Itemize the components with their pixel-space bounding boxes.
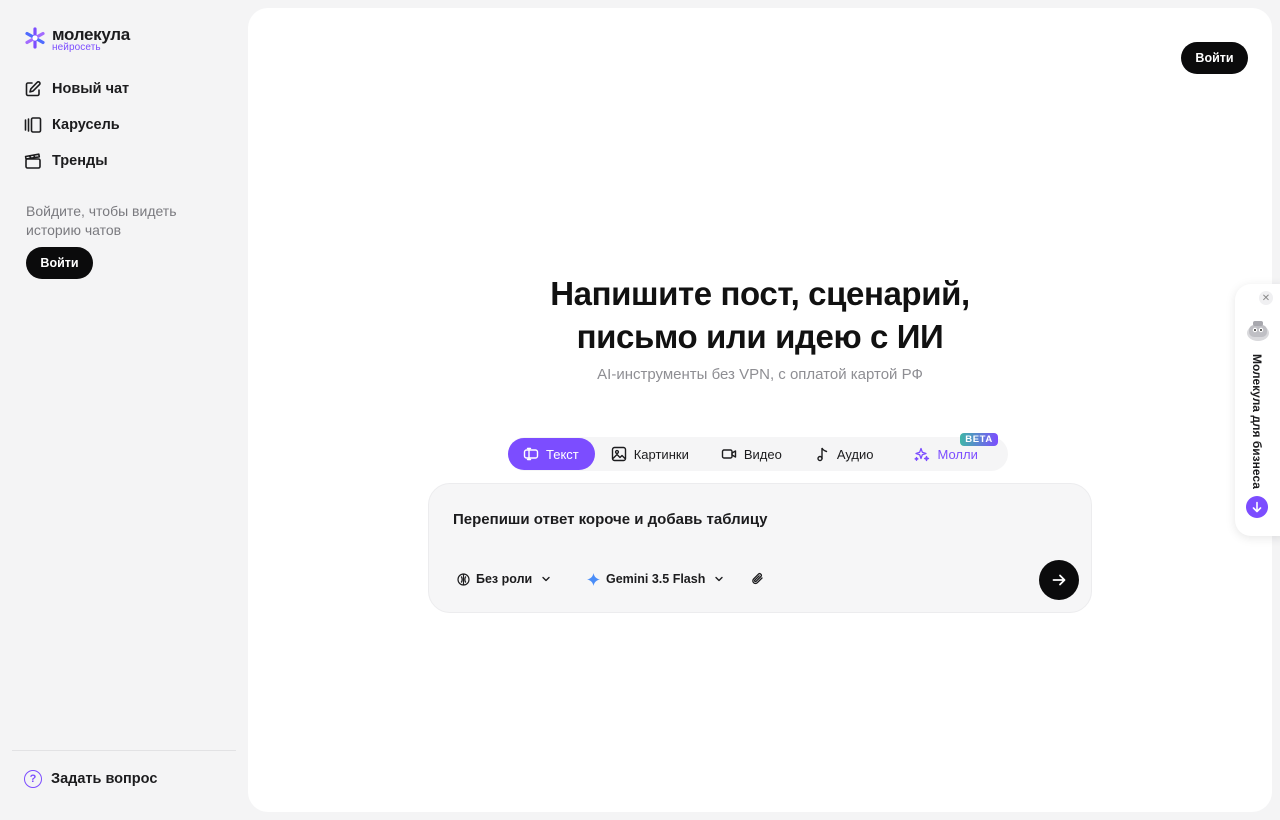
prompt-input[interactable] [453,511,1053,528]
sidebar-item-new-chat[interactable]: Новый чат [24,78,129,100]
tab-audio[interactable]: Аудио [798,438,890,470]
carousel-icon [24,117,42,133]
role-icon [457,572,470,586]
tab-molly[interactable]: Молли BETA [889,433,998,470]
tab-label: Текст [546,446,579,462]
tab-text[interactable]: Текст [508,438,595,470]
logo-icon [25,27,45,49]
ask-question-label: Задать вопрос [51,771,158,787]
brand-name: молекула [52,25,130,44]
video-icon [721,449,737,459]
sparkle-icon [914,447,930,462]
sidebar-item-carousel[interactable]: Карусель [24,114,129,136]
send-button[interactable] [1039,560,1079,600]
hero-title-line-1: Напишите пост, сценарий, [550,275,970,312]
tab-label: Молли [937,446,978,462]
clapperboard-icon [24,153,41,169]
close-icon[interactable]: ✕ [1259,291,1273,305]
model-label: Gemini 3.5 Flash [606,572,706,586]
ask-question-button[interactable]: ? Задать вопрос [24,770,157,788]
sidebar-item-label: Тренды [52,153,108,169]
arrow-right-icon [1052,574,1066,586]
sidebar-login-button[interactable]: Войти [26,247,93,279]
hero-title: Напишите пост, сценарий, письмо или идею… [248,272,1272,358]
model-selector[interactable]: Gemini 3.5 Flash [587,572,724,586]
chevron-down-icon [715,576,724,582]
logo[interactable]: молекула нейросеть [24,26,130,53]
login-hint: Войдите, чтобы видеть историю чатов [26,203,177,238]
tab-label: Видео [743,446,782,462]
header-login-button[interactable]: Войти [1181,42,1248,74]
role-selector[interactable]: Без роли [457,572,551,586]
divider [12,750,236,751]
music-note-icon [817,447,828,462]
paperclip-icon [752,573,763,585]
sidebar-item-trends[interactable]: Тренды [24,150,129,172]
sidebar-item-label: Новый чат [52,81,130,97]
hero-title-line-2: письмо или идею с ИИ [576,318,944,355]
mode-tabs: Текст Картинки Видео Аудио Молли BETA [508,433,1008,471]
question-icon: ? [24,770,42,788]
role-label: Без роли [476,572,533,586]
chevron-down-icon [542,576,550,582]
gemini-icon [587,572,600,586]
attach-button[interactable] [751,572,764,585]
business-widget[interactable]: ✕ Молекула для бизнеса [1235,284,1280,536]
arrow-down-icon [1252,501,1262,513]
hero-subtitle: AI-инструменты без VPN, с оплатой картой… [597,366,923,383]
beta-badge: BETA [960,433,998,446]
arrow-down-button[interactable] [1246,496,1268,518]
mascot-icon [1247,321,1269,341]
business-widget-label: Молекула для бизнеса [1250,354,1264,489]
sidebar: молекула нейросеть Новый чат Карусель Тр… [0,0,248,820]
sidebar-nav: Новый чат Карусель Тренды [24,78,129,172]
prompt-composer: Без роли Gemini 3.5 Flash [428,483,1092,613]
sidebar-item-label: Карусель [52,117,120,133]
tab-label: Аудио [836,446,874,462]
tab-label: Картинки [633,446,689,462]
tab-video[interactable]: Видео [705,438,798,470]
edit-icon [25,81,41,97]
text-icon [523,447,539,461]
main-panel: Войти Напишите пост, сценарий, письмо ил… [248,8,1272,812]
brand-subtitle: нейросеть [52,42,101,53]
tab-images[interactable]: Картинки [595,438,705,470]
image-icon [611,446,626,462]
